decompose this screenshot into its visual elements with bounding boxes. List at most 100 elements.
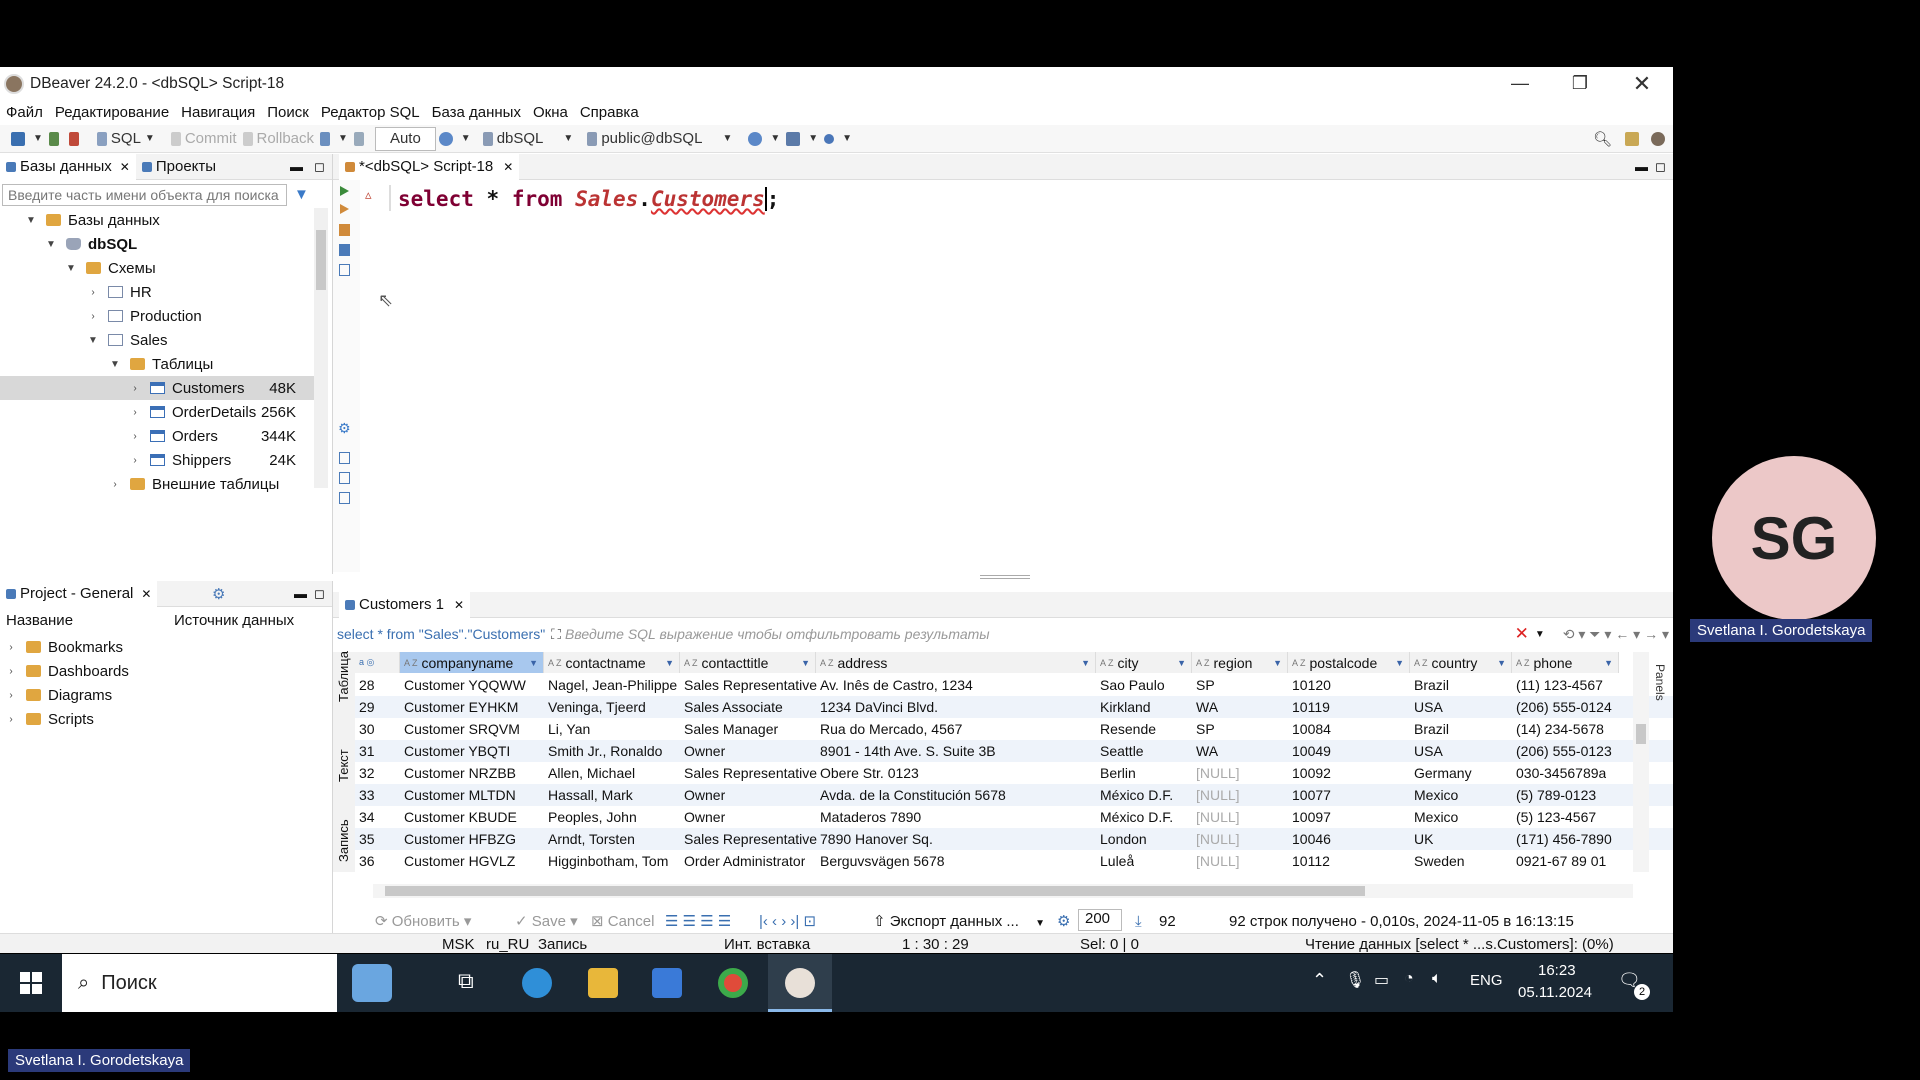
edge-icon[interactable]: [522, 968, 552, 998]
auto-commit-mode[interactable]: Auto: [374, 126, 436, 151]
table-row[interactable]: 28 Customer YQQWW Nagel, Jean-Philippe Sale…: [355, 674, 1673, 696]
clear-filter-icon[interactable]: ✕: [1515, 624, 1529, 644]
panel-icon-3[interactable]: [339, 492, 350, 504]
column-header-postalcode[interactable]: A Zpostalcode ▼: [1288, 652, 1410, 673]
wifi-icon[interactable]: ◔: [1404, 970, 1414, 988]
tree-node-shippers[interactable]: › Shippers 24K: [0, 448, 320, 472]
perspective-icon[interactable]: [1622, 127, 1646, 151]
cancel-button[interactable]: ⊠ Cancel: [591, 912, 654, 930]
tree-node-hr[interactable]: › HR: [0, 280, 320, 304]
explain-plan-icon[interactable]: [339, 244, 350, 256]
page-navigation-icons[interactable]: |‹ ‹ › ›| ⊡: [759, 912, 816, 930]
new-connection-icon[interactable]: ▼: [8, 127, 46, 151]
side-tab-text[interactable]: Текст: [336, 749, 351, 782]
column-header-contacttitle[interactable]: A Zcontacttitle ▼: [680, 652, 816, 673]
column-header-region[interactable]: A Zregion ▼: [1192, 652, 1288, 673]
result-filter-input[interactable]: Введите SQL выражение чтобы отфильтроват…: [565, 626, 1511, 642]
table-row[interactable]: 35 Customer HFBZG Arndt, Torsten Sales Repr…: [355, 828, 1673, 850]
minimize-editor-icon[interactable]: ▬: [1635, 159, 1648, 174]
menu-search[interactable]: Поиск: [267, 104, 309, 121]
print-icon[interactable]: ▼: [783, 127, 821, 151]
tree-node-production[interactable]: › Production: [0, 304, 320, 328]
panel-icon-1[interactable]: [339, 452, 350, 464]
disconnect-icon[interactable]: [66, 127, 86, 151]
column-header-contactname[interactable]: A Zcontactname ▼: [544, 652, 680, 673]
grid-v-scrollbar[interactable]: [1633, 652, 1649, 872]
menu-sql-editor[interactable]: Редактор SQL: [321, 104, 420, 121]
menu-navigation[interactable]: Навигация: [181, 104, 255, 121]
minimize-button[interactable]: —: [1490, 67, 1550, 100]
fetch-size-input[interactable]: 200: [1078, 909, 1122, 931]
file-explorer-icon[interactable]: [588, 968, 618, 998]
table-row[interactable]: 30 Customer SRQVM Li, Yan Sales Manager Rua …: [355, 718, 1673, 740]
menu-database[interactable]: База данных: [432, 104, 521, 121]
refresh-button[interactable]: ⟳ Обновить ▾: [375, 912, 471, 930]
tools-icon[interactable]: ▼: [745, 127, 783, 151]
task-view-icon[interactable]: ⧉: [458, 968, 474, 994]
history-icon[interactable]: ▼: [436, 127, 474, 151]
global-search-icon[interactable]: 🔍︎: [1590, 127, 1615, 151]
menu-file[interactable]: Файл: [6, 104, 43, 121]
tree-node-sales[interactable]: ▼ Sales: [0, 328, 320, 352]
store-icon[interactable]: [652, 968, 682, 998]
tree-node-dbsql[interactable]: ▼ dbSQL: [0, 232, 320, 256]
dbeaver-task-button[interactable]: [768, 954, 832, 1012]
column-header-phone[interactable]: A Zphone ▼: [1512, 652, 1619, 673]
fetch-settings-icon[interactable]: ⚙: [1057, 912, 1070, 930]
start-button[interactable]: [20, 972, 42, 994]
export-data-button[interactable]: ⇧ Экспорт данных ... ▼: [873, 912, 1045, 930]
tab-customers-1[interactable]: Customers 1 ✕: [339, 591, 471, 618]
row-number-header[interactable]: a ◎: [355, 652, 400, 673]
tree-node-tables[interactable]: ▼ Таблицы: [0, 352, 320, 376]
filter-tools-icon[interactable]: ⟲ ▾ ⏷ ▾ ← ▾ → ▾: [1563, 626, 1669, 643]
side-tab-record[interactable]: Запись: [336, 819, 351, 862]
tree-node-databases[interactable]: ▼ Базы данных: [0, 208, 320, 232]
maximize-editor-icon[interactable]: ◻: [1655, 159, 1666, 175]
new-script-icon[interactable]: [339, 224, 350, 236]
filter-expand-icon[interactable]: ⛶: [551, 626, 561, 643]
grid-h-scrollbar[interactable]: [373, 884, 1633, 898]
table-row[interactable]: 31 Customer YBQTI Smith Jr., Ronaldo Owner 8…: [355, 740, 1673, 762]
lock-icon[interactable]: [351, 127, 371, 151]
column-header-companyname[interactable]: A Zcompanyname ▼: [400, 652, 544, 673]
tree-node-orders[interactable]: › Orders 344K: [0, 424, 320, 448]
volume-icon[interactable]: 🔈︎: [1432, 970, 1442, 988]
tree-node-orderdetails[interactable]: › OrderDetails 256K: [0, 400, 320, 424]
editor-settings-icon[interactable]: ⚙: [338, 420, 351, 437]
menu-edit[interactable]: Редактирование: [55, 104, 169, 121]
column-header-address[interactable]: A Zaddress ▼: [816, 652, 1096, 673]
connect-icon[interactable]: [46, 127, 66, 151]
schema-selector[interactable]: public@dbSQL ▼: [584, 127, 735, 151]
taskbar-date[interactable]: 05.11.2024: [1518, 984, 1592, 1001]
microphone-icon[interactable]: 🎙︎: [1345, 970, 1365, 990]
editor-v-scrollbar[interactable]: [1659, 212, 1671, 542]
project-item-dashboards[interactable]: › Dashboards: [0, 659, 320, 683]
menu-window[interactable]: Окна: [533, 104, 568, 121]
taskbar-search[interactable]: ⌕ Поиск: [62, 954, 392, 1012]
menu-help[interactable]: Справка: [580, 104, 639, 121]
dbeaver-perspective-icon[interactable]: [1648, 127, 1672, 151]
sql-editor-button[interactable]: SQL ▼: [94, 127, 158, 151]
navigator-scrollbar[interactable]: [314, 208, 328, 488]
tab-script-18[interactable]: *<dbSQL> Script-18 ✕: [339, 153, 520, 180]
sql-code[interactable]: select * from Sales.Customers;: [398, 187, 780, 211]
battery-icon[interactable]: ▭: [1374, 970, 1389, 990]
transaction-mode-icon[interactable]: ▼: [317, 127, 351, 151]
table-row[interactable]: 34 Customer KBUDE Peoples, John Owner Matade…: [355, 806, 1673, 828]
restore-button[interactable]: ❐: [1550, 67, 1610, 100]
panel-icon-2[interactable]: [339, 472, 350, 484]
panels-sidebar[interactable]: Panels: [1651, 652, 1671, 852]
datasource-selector[interactable]: dbSQL ▼: [480, 127, 577, 151]
table-row[interactable]: 29 Customer EYHKM Veninga, Tjeerd Sales Ass…: [355, 696, 1673, 718]
search-toolbar-icon[interactable]: ▼: [821, 127, 855, 151]
project-item-scripts[interactable]: › Scripts: [0, 707, 320, 731]
filter-history-icon[interactable]: ▼: [1535, 629, 1545, 640]
editor-h-scrollbar[interactable]: [363, 552, 1663, 566]
save-button[interactable]: ✓ Save ▾: [515, 912, 578, 930]
column-header-country[interactable]: A Zcountry ▼: [1410, 652, 1512, 673]
splitter-handle[interactable]: [980, 575, 1030, 579]
execute-statement-icon[interactable]: [340, 186, 349, 196]
tree-node-external-tables[interactable]: › Внешние таблицы: [0, 472, 320, 496]
tree-node-customers[interactable]: › Customers 48K: [0, 376, 320, 400]
execute-script-icon[interactable]: [340, 204, 349, 214]
